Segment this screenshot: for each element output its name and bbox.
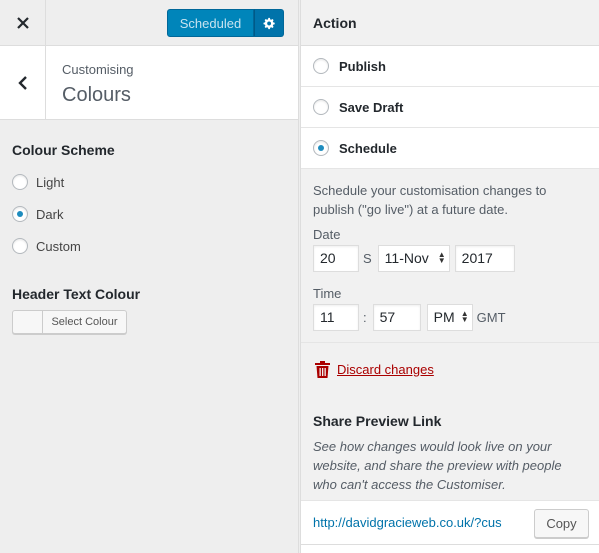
timezone-label: GMT <box>476 309 506 325</box>
select-colour-label: Select Colour <box>51 316 118 328</box>
section-controls: Colour Scheme Light Dark Custom Header T… <box>0 120 298 334</box>
trash-icon <box>315 360 330 378</box>
date-label: Date <box>313 227 341 242</box>
publish-button-group: Scheduled <box>167 9 284 37</box>
option-label: Light <box>36 174 65 190</box>
schedule-box: Schedule your customisation changes to p… <box>301 169 599 343</box>
radio-button[interactable] <box>12 206 28 222</box>
header-text-colour-title: Header Text Colour <box>12 286 141 302</box>
copy-button[interactable]: Copy <box>534 509 589 538</box>
date-separator: S <box>363 250 372 266</box>
publish-settings-button[interactable] <box>254 9 284 37</box>
date-month-select[interactable]: 11-Nov ▲ ▼ <box>377 244 450 272</box>
action-option-save-draft[interactable]: Save Draft <box>301 87 599 128</box>
publish-settings-panel: Action Publish Save Draft Schedule Sched… <box>300 0 599 553</box>
action-option-schedule[interactable]: Schedule <box>301 128 599 169</box>
chevron-left-icon <box>17 75 27 90</box>
gear-icon <box>263 17 275 29</box>
select-colour-button[interactable]: Select Colour <box>12 310 127 334</box>
radio-button[interactable] <box>313 99 329 115</box>
colour-scheme-option-light[interactable]: Light <box>12 166 286 198</box>
time-separator: : <box>363 309 367 325</box>
date-month-value: 11-Nov <box>384 250 429 266</box>
customizer-header: Scheduled <box>0 0 298 46</box>
preview-link-url[interactable]: http://davidgracieweb.co.uk/?cus <box>313 515 531 530</box>
back-button[interactable] <box>0 46 46 119</box>
date-day-input[interactable]: 20 <box>313 244 359 272</box>
action-title: Action <box>301 0 599 46</box>
radio-button[interactable] <box>313 140 329 156</box>
share-preview-description: See how changes would look live on your … <box>313 439 562 492</box>
share-preview-section: Share Preview Link See how changes would… <box>301 395 599 505</box>
radio-button[interactable] <box>313 58 329 74</box>
colour-scheme-option-custom[interactable]: Custom <box>12 230 286 262</box>
customizer-sidebar: Scheduled Customising Colours Colour Sch… <box>0 0 299 553</box>
close-icon <box>16 16 29 29</box>
option-label: Custom <box>36 238 81 254</box>
date-row: 20 S 11-Nov ▲ ▼ 2017 <box>313 244 587 272</box>
option-label: Dark <box>36 206 64 222</box>
time-ampm-select[interactable]: PM ▲ ▼ <box>426 303 473 331</box>
colour-swatch <box>13 311 43 333</box>
preview-link-row: http://davidgracieweb.co.uk/?cus Copy <box>301 500 599 545</box>
discard-wrap: Discard changes <box>301 343 599 395</box>
time-minute-input[interactable]: 57 <box>372 303 421 331</box>
time-row: 11 : 57 PM ▲ ▼ GMT <box>313 303 587 331</box>
date-year-input[interactable]: 2017 <box>454 244 515 272</box>
schedule-description: Schedule your customisation changes to p… <box>313 183 547 217</box>
section-header <box>0 46 298 120</box>
time-ampm-value: PM <box>433 309 455 325</box>
close-button[interactable] <box>0 0 46 45</box>
option-label: Schedule <box>339 140 397 156</box>
action-option-publish[interactable]: Publish <box>301 46 599 87</box>
scheduled-button[interactable]: Scheduled <box>167 9 254 37</box>
section-title: Colours <box>62 84 131 106</box>
colour-scheme-option-dark[interactable]: Dark <box>12 198 286 230</box>
share-preview-title: Share Preview Link <box>313 413 442 429</box>
option-label: Publish <box>339 58 386 74</box>
time-hour-input[interactable]: 11 <box>313 303 359 331</box>
time-label: Time <box>313 286 342 301</box>
radio-button[interactable] <box>12 238 28 254</box>
option-label: Save Draft <box>339 99 404 115</box>
colour-scheme-title: Colour Scheme <box>12 142 115 158</box>
discard-changes-link[interactable]: Discard changes <box>315 360 434 378</box>
radio-button[interactable] <box>12 174 28 190</box>
select-arrows-icon: ▲ ▼ <box>437 250 446 265</box>
section-subtitle: Customising <box>62 62 134 77</box>
select-arrows-icon: ▲ ▼ <box>460 309 469 324</box>
discard-changes-label: Discard changes <box>337 361 434 377</box>
